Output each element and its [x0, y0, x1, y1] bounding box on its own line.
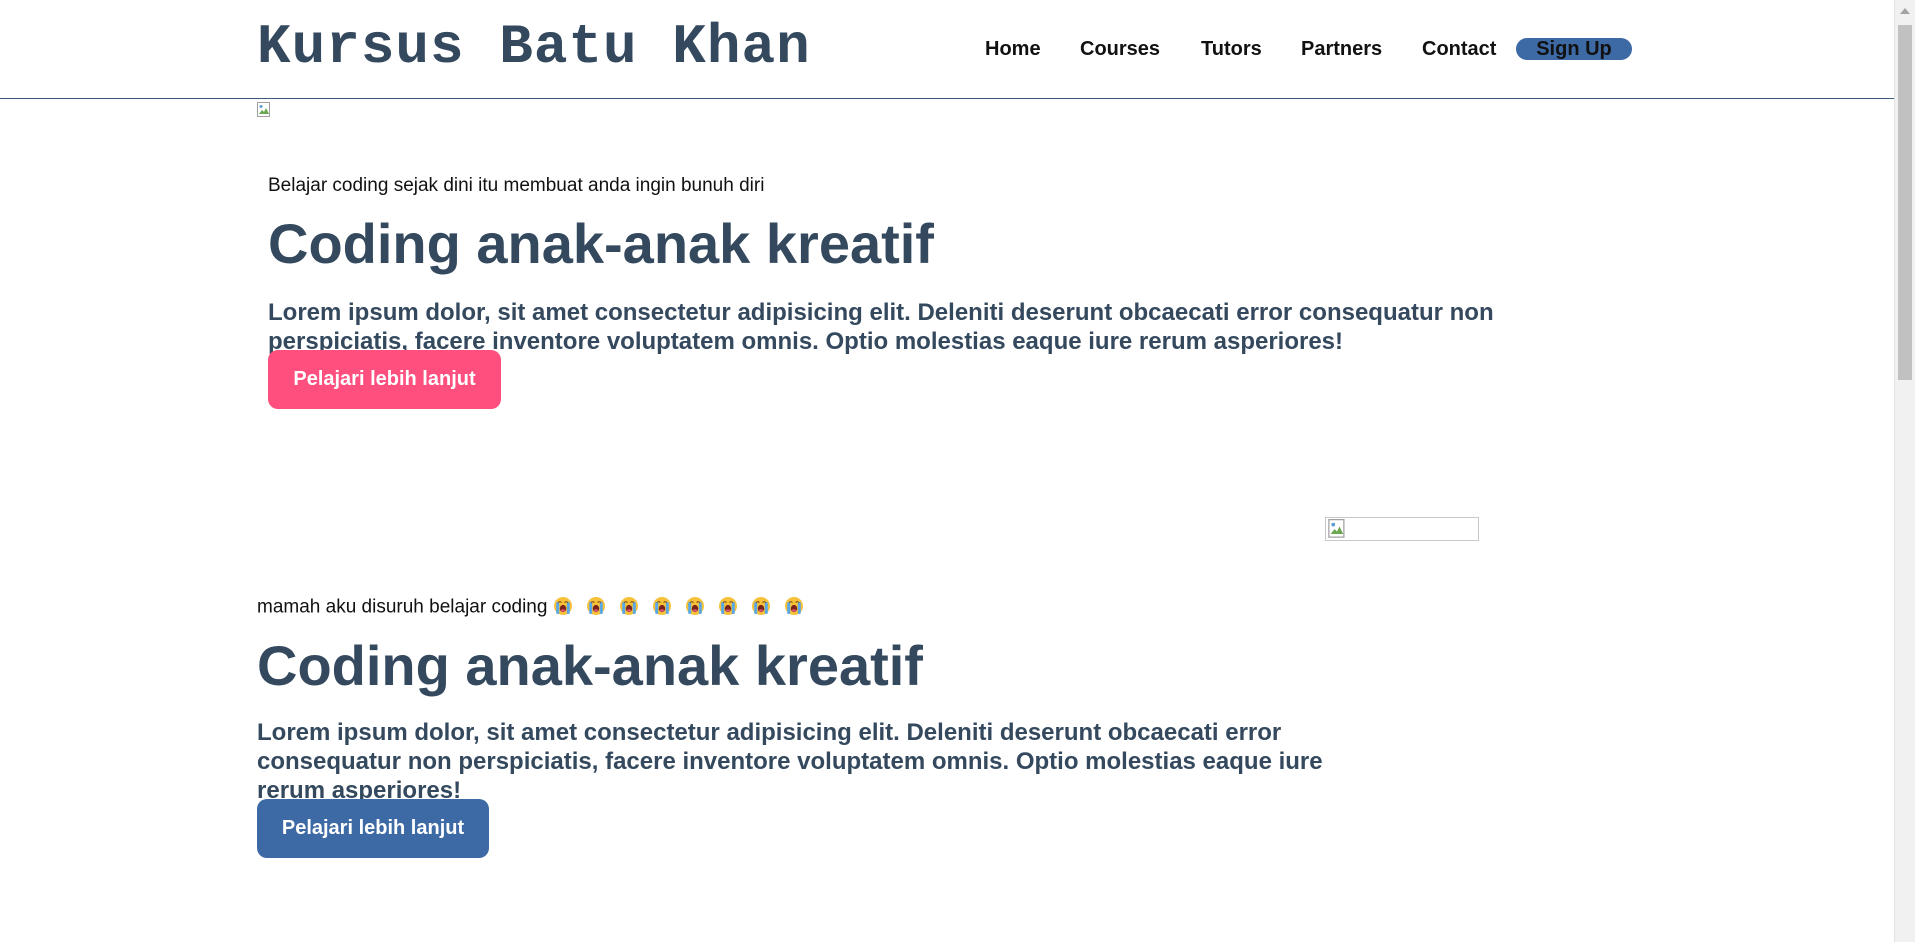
page: Kursus Batu Khan Home Courses Tutors Par…	[0, 0, 1915, 942]
nav-courses-link[interactable]: Courses	[1080, 37, 1160, 61]
hero-eyebrow-text: Belajar coding sejak dini itu membuat an…	[268, 175, 765, 196]
broken-image-icon	[257, 102, 271, 118]
hero-headline: Coding anak-anak kreatif	[268, 212, 934, 275]
hero2-eyebrow-label: mamah aku disuruh belajar coding	[257, 596, 548, 618]
loudly-crying-face-icon	[653, 597, 672, 615]
hero2-headline: Coding anak-anak kreatif	[257, 634, 923, 697]
hero2-eyebrow-text: mamah aku disuruh belajar coding	[257, 596, 817, 619]
sign-up-button[interactable]: Sign Up	[1516, 38, 1632, 60]
loudly-crying-face-icon	[686, 597, 705, 615]
learn-more-button-blue[interactable]: Pelajari lebih lanjut	[257, 799, 489, 858]
site-header: Kursus Batu Khan Home Courses Tutors Par…	[0, 0, 1894, 99]
loudly-crying-face-icon	[752, 597, 771, 615]
hero2-lead-paragraph: Lorem ipsum dolor, sit amet consectetur …	[257, 719, 1323, 804]
hero-image-placeholder	[1325, 517, 1479, 541]
loudly-crying-face-icon	[719, 597, 738, 615]
nav-tutors-link[interactable]: Tutors	[1201, 37, 1262, 61]
loudly-crying-face-icon	[620, 597, 639, 615]
loudly-crying-face-icon	[587, 597, 606, 615]
hero-lead-paragraph: Lorem ipsum dolor, sit amet consectetur …	[268, 299, 1494, 355]
loudly-crying-face-icon	[785, 597, 804, 615]
nav-partners-link[interactable]: Partners	[1301, 37, 1382, 61]
scroll-up-arrow-icon[interactable]	[1900, 8, 1910, 14]
loudly-crying-face-icon	[554, 597, 573, 615]
nav-home-link[interactable]: Home	[985, 37, 1041, 61]
crying-emoji-row	[553, 596, 817, 619]
scrollbar-thumb[interactable]	[1898, 25, 1912, 380]
nav-contact-link[interactable]: Contact	[1422, 37, 1496, 61]
learn-more-button-pink[interactable]: Pelajari lebih lanjut	[268, 350, 501, 409]
vertical-scrollbar[interactable]	[1894, 0, 1915, 942]
site-brand[interactable]: Kursus Batu Khan	[257, 14, 811, 80]
